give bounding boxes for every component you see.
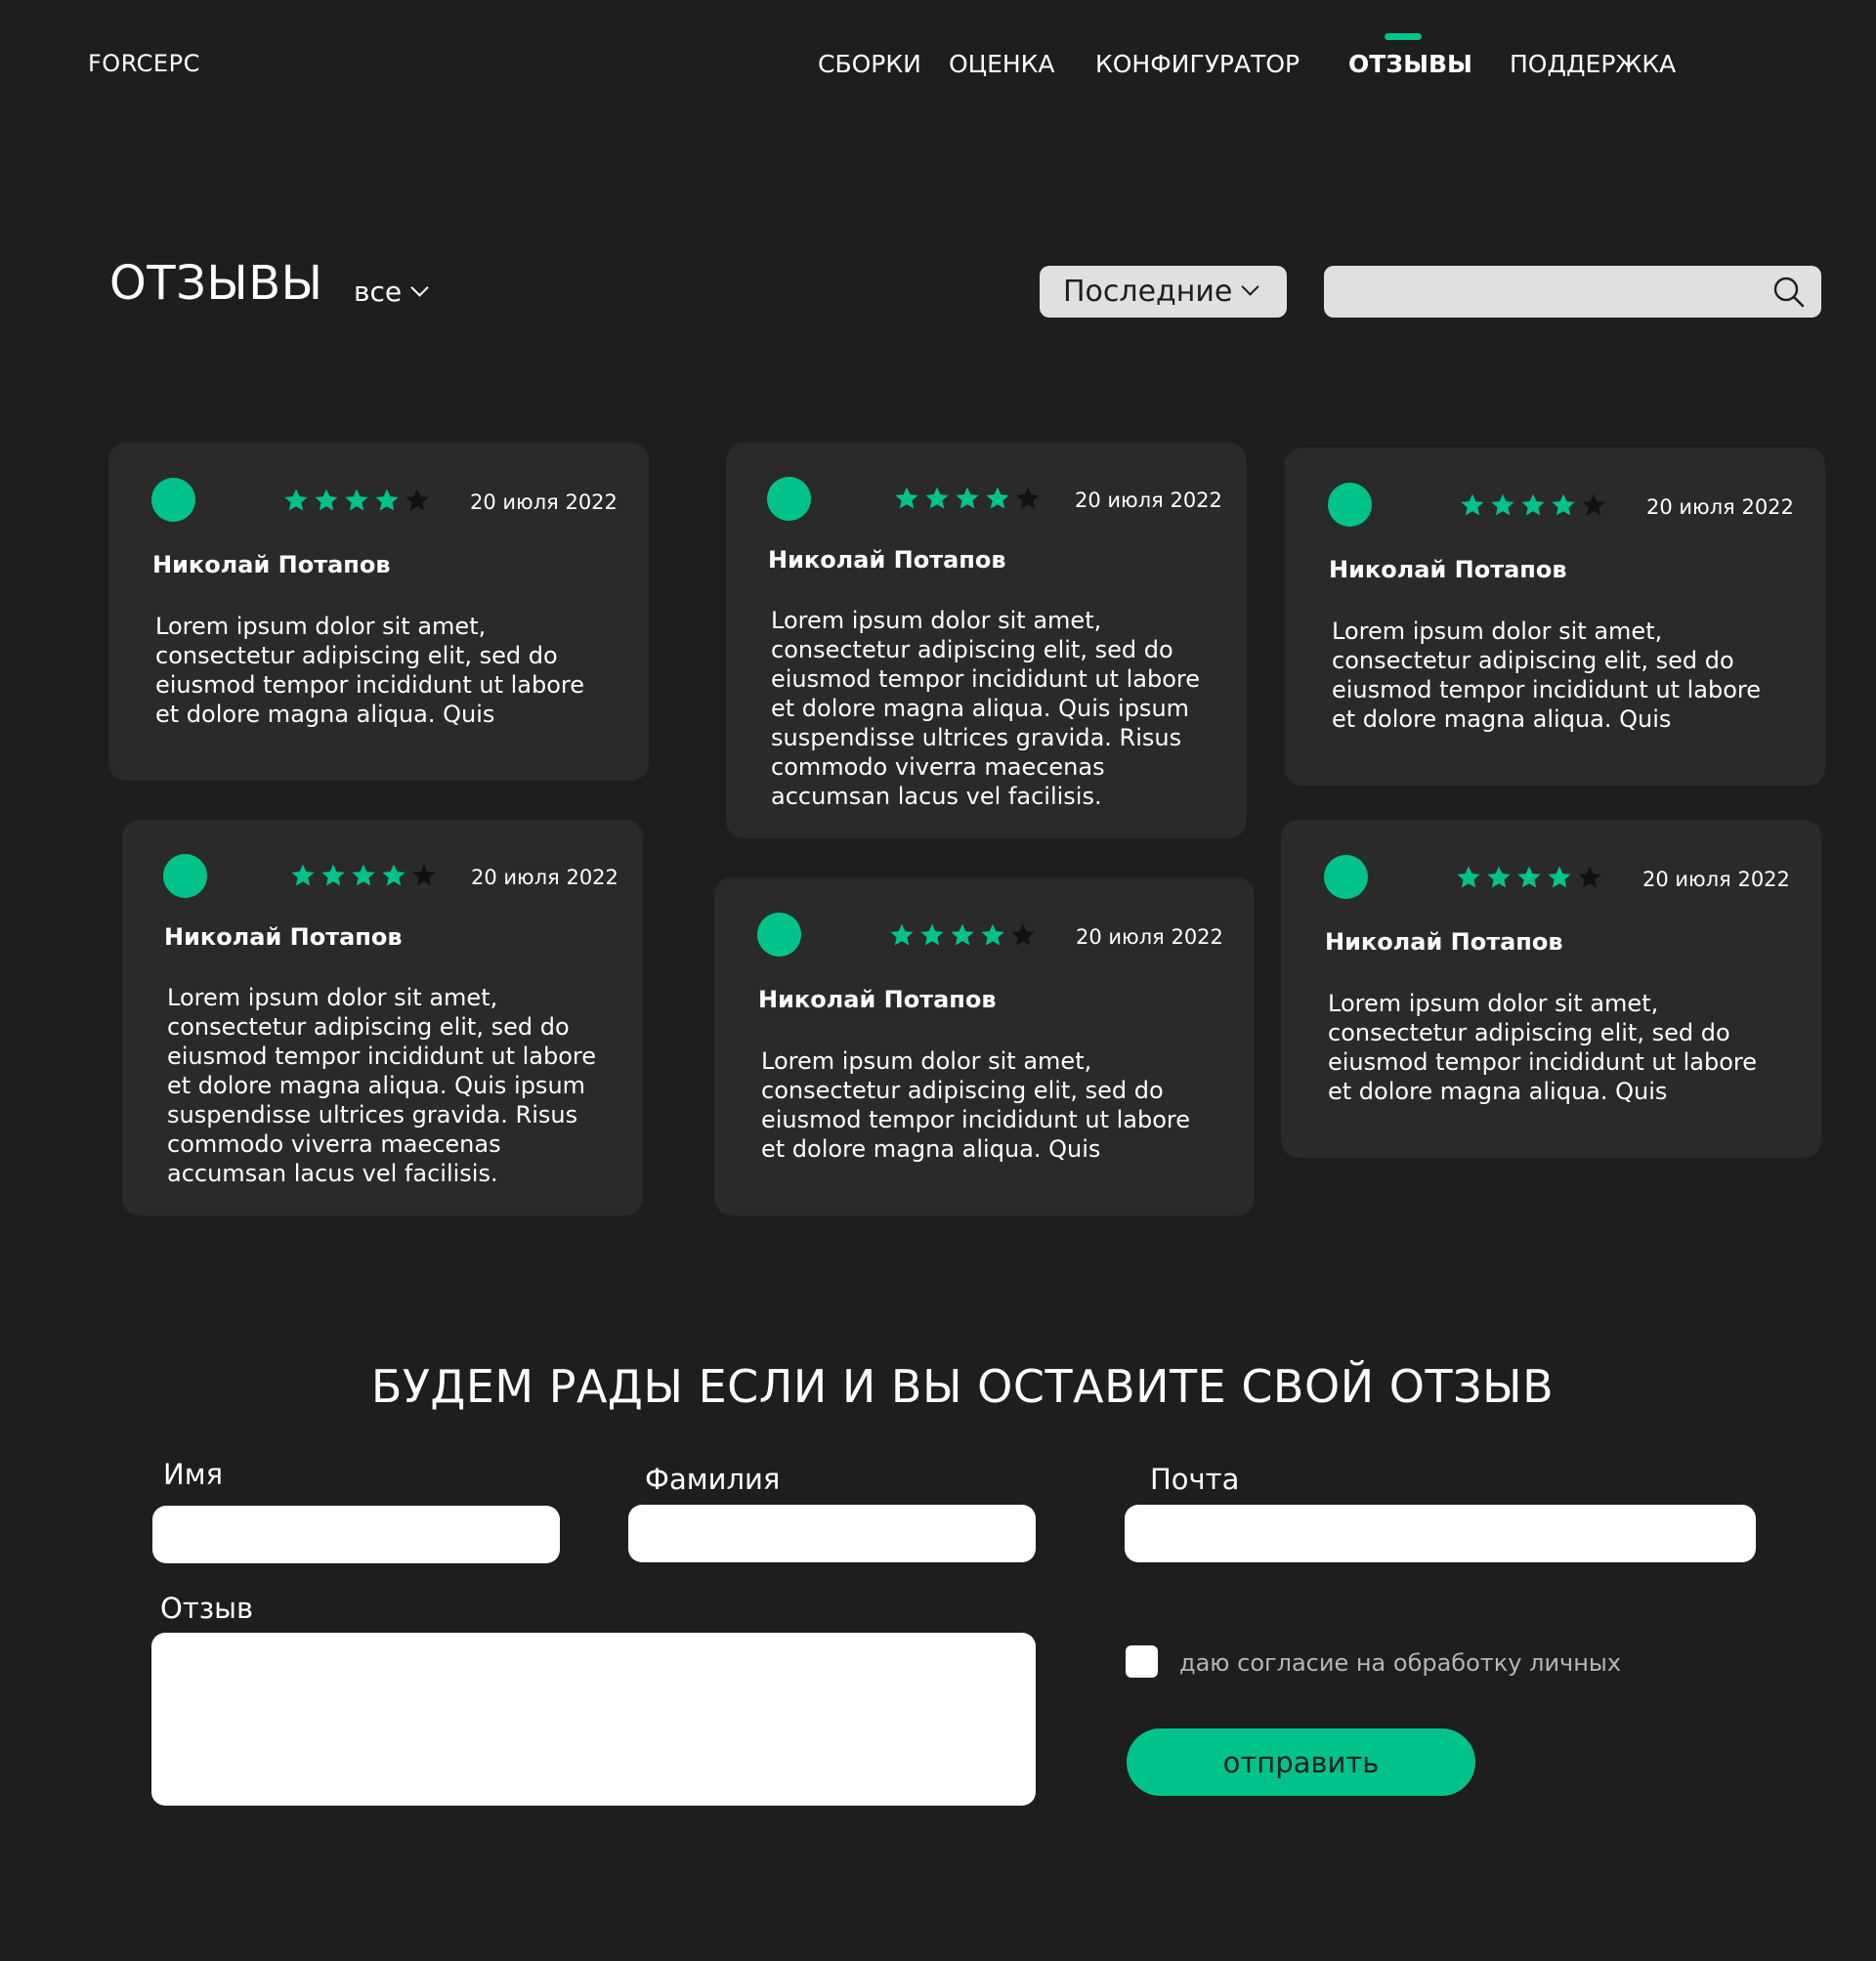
nav-item-builds[interactable]: СБОРКИ [818,50,921,78]
review-date: 20 июля 2022 [1075,489,1222,512]
review-text: Lorem ipsum dolor sit amet, consectetur … [167,984,597,1187]
review-card: 20 июля 2022 Николай Потапов Lorem ipsum… [108,443,649,781]
email-field[interactable] [1125,1505,1756,1562]
star-filled-icon [1548,866,1571,888]
review-card: 20 июля 2022 Николай Потапов Lorem ipsum… [714,877,1255,1215]
star-filled-icon [925,487,949,509]
last-name-label: Фамилия [645,1463,781,1496]
first-name-label: Имя [163,1458,224,1491]
avatar [1328,483,1372,527]
review-text: Lorem ipsum dolor sit amet, consectetur … [761,1047,1191,1163]
star-empty-icon [1582,493,1605,516]
avatar [1324,855,1368,899]
star-empty-icon [412,864,436,886]
star-filled-icon [352,864,375,886]
reviewer-name: Николай Потапов [1329,556,1567,583]
star-filled-icon [345,489,368,511]
last-name-field[interactable] [628,1505,1036,1562]
rating-stars [1455,865,1603,891]
category-filter-label: все [354,276,403,308]
star-filled-icon [895,487,918,509]
chevron-down-icon [1241,277,1260,296]
star-filled-icon [1491,493,1514,516]
rating-stars [893,486,1042,512]
star-filled-icon [382,864,405,886]
nav-item-assessment[interactable]: ОЦЕНКА [949,50,1055,78]
reviewer-name: Николай Потапов [1325,928,1563,956]
star-empty-icon [1016,487,1040,509]
review-text: Lorem ipsum dolor sit amet, consectetur … [1328,990,1758,1105]
star-filled-icon [375,489,399,511]
first-name-field[interactable] [152,1506,560,1563]
avatar [767,477,811,521]
rating-stars [888,922,1037,949]
avatar [757,913,801,957]
rating-stars [1459,492,1607,519]
consent-label: даю согласие на обработку личных [1179,1649,1622,1677]
consent-checkbox[interactable] [1126,1645,1158,1678]
nav-item-reviews[interactable]: ОТЗЫВЫ [1348,50,1472,78]
logo[interactable]: FORCEPC [88,50,200,77]
review-date: 20 июля 2022 [471,866,618,889]
star-filled-icon [1457,866,1480,888]
star-empty-icon [405,489,429,511]
form-title: БУДЕМ РАДЫ ЕСЛИ И ВЫ ОСТАВИТЕ СВОЙ ОТЗЫВ [370,1360,1555,1413]
rating-stars [289,863,438,889]
reviewer-name: Николай Потапов [758,986,997,1013]
search-input[interactable] [1342,274,1746,312]
star-filled-icon [956,487,979,509]
search-icon[interactable] [1772,276,1806,309]
page-title: ОТЗЫВЫ [109,256,323,311]
chevron-down-icon [410,278,429,297]
sort-label: Последние [1063,275,1233,309]
star-filled-icon [1487,866,1511,888]
review-text: Lorem ipsum dolor sit amet, consectetur … [155,613,585,728]
review-text: Lorem ipsum dolor sit amet, consectetur … [771,607,1201,810]
nav-item-configurator[interactable]: КОНФИГУРАТОР [1095,50,1300,78]
star-filled-icon [1517,866,1541,888]
star-filled-icon [951,923,974,946]
star-empty-icon [1578,866,1601,888]
category-filter-dropdown[interactable]: все [354,276,429,308]
star-filled-icon [321,864,345,886]
review-card: 20 июля 2022 Николай Потапов Lorem ipsum… [1285,448,1825,786]
star-filled-icon [986,487,1009,509]
nav-item-support[interactable]: ПОДДЕРЖКА [1510,50,1676,78]
star-filled-icon [890,923,914,946]
star-filled-icon [315,489,338,511]
star-filled-icon [981,923,1004,946]
star-filled-icon [1461,493,1484,516]
review-card: 20 июля 2022 Николай Потапов Lorem ipsum… [726,443,1247,838]
star-filled-icon [920,923,944,946]
review-text: Lorem ipsum dolor sit amet, consectetur … [1332,618,1762,733]
email-label: Почта [1150,1463,1240,1496]
search-box [1324,266,1821,318]
star-filled-icon [284,489,308,511]
rating-stars [282,488,431,514]
sort-dropdown[interactable]: Последние [1040,266,1287,318]
avatar [163,854,207,898]
reviewer-name: Николай Потапов [152,551,391,578]
review-date: 20 июля 2022 [1076,925,1223,949]
star-filled-icon [1552,493,1575,516]
review-date: 20 июля 2022 [470,490,618,514]
review-card: 20 июля 2022 Николай Потапов Lorem ipsum… [122,820,643,1215]
avatar [151,478,195,522]
review-card: 20 июля 2022 Николай Потапов Lorem ipsum… [1281,820,1821,1158]
review-date: 20 июля 2022 [1646,495,1794,519]
review-label: Отзыв [160,1592,254,1625]
star-filled-icon [1521,493,1545,516]
reviewer-name: Николай Потапов [768,546,1006,574]
star-filled-icon [291,864,315,886]
star-empty-icon [1011,923,1035,946]
nav-active-indicator [1385,33,1422,40]
submit-button[interactable]: отправить [1127,1728,1475,1796]
review-date: 20 июля 2022 [1642,868,1790,891]
reviewer-name: Николай Потапов [164,923,403,951]
review-textarea[interactable] [151,1633,1036,1806]
